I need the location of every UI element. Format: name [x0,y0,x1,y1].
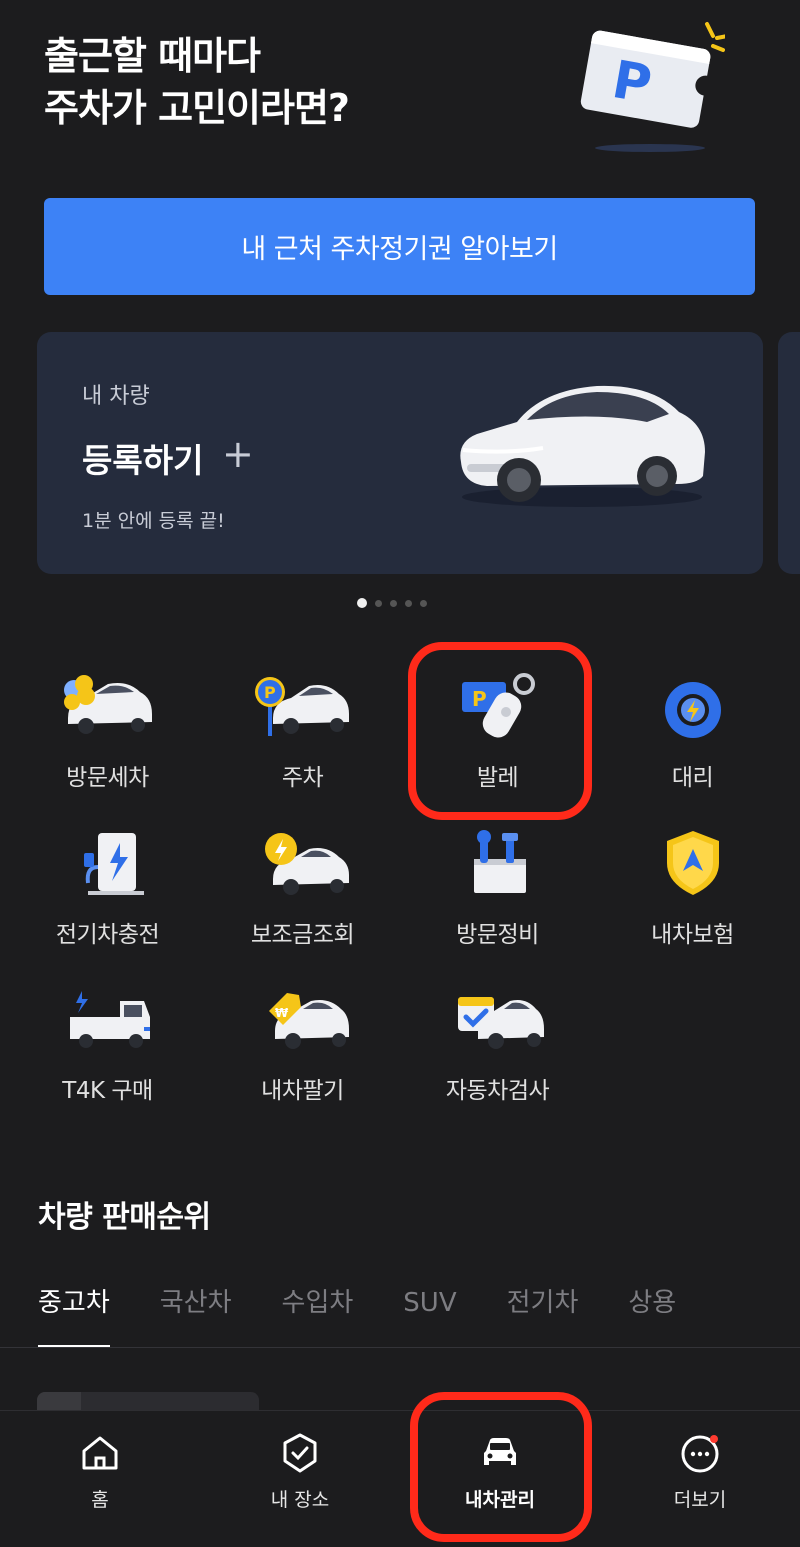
service-subsidy-lookup[interactable]: 보조금조회 [205,827,400,957]
nav-more[interactable]: 더보기 [600,1411,800,1547]
card-label: 내 차량 [82,384,150,409]
card-subtitle: 1분 안에 등록 끝! [82,510,225,532]
service-label: 내차보험 [651,922,734,948]
service-car-inspection[interactable]: 자동차검사 [400,983,595,1113]
vehicle-register-card[interactable]: 내 차량 등록하기 + 1분 안에 등록 끝! [37,332,763,574]
tabs-divider [0,1347,800,1348]
price-tag-car-icon: ₩ [268,993,349,1049]
service-car-insurance[interactable]: 내차보험 [595,827,790,957]
carousel-dot-active [357,598,367,608]
tab-commercial[interactable]: 상용 [628,1280,676,1348]
tab-electric[interactable]: 전기차 [507,1280,579,1348]
hero-title: 출근할 때마다 주차가 고민이라면? [44,30,350,134]
parking-ticket-icon: P [580,22,725,152]
carousel-dot [375,599,382,607]
cta-label: 내 근처 주차정기권 알아보기 [241,234,558,265]
next-card-peek[interactable] [778,332,800,574]
service-label: T4K 구매 [62,1078,153,1104]
tab-suv[interactable]: SUV [403,1280,456,1348]
highlight-box-car-management [410,1392,592,1542]
highlight-box-valet [408,642,592,820]
carousel-dot [405,599,412,607]
home-icon [82,1436,118,1470]
tab-imported[interactable]: 수입차 [282,1280,354,1348]
service-label: 대리 [671,765,714,791]
ranking-tabs: 중고차 국산차 수입차 SUV 전기차 상용 [38,1280,726,1348]
ev-charger-icon [83,833,144,895]
carousel-dot [420,599,427,607]
shield-icon [666,831,719,895]
car-illustration-icon [460,385,705,507]
carousel-indicator [357,598,427,608]
service-label: 보조금조회 [250,922,355,948]
service-sell-my-car[interactable]: ₩ 내차팔기 [205,983,400,1113]
carousel-dot [390,599,397,607]
truck-icon [69,991,150,1048]
svg-text:P: P [264,683,276,702]
svg-text:₩: ₩ [275,1006,289,1020]
tab-used-car[interactable]: 중고차 [38,1280,110,1348]
nav-home[interactable]: 홈 [0,1411,200,1547]
subsidy-coin-icon [264,833,349,895]
tab-domestic[interactable]: 국산차 [160,1280,232,1348]
notification-dot-icon [710,1435,718,1443]
nav-my-places[interactable]: 내 장소 [200,1411,400,1547]
nav-label: 더보기 [673,1489,727,1511]
service-parking[interactable]: P 주차 [205,670,400,800]
service-designated-driver[interactable]: 대리 [595,670,790,800]
service-label: 방문세차 [66,765,149,791]
nav-label: 홈 [91,1489,109,1511]
plus-icon: + [222,432,254,476]
hero-title-line2: 주차가 고민이라면? [44,86,350,130]
service-car-wash[interactable]: 방문세차 [10,670,205,800]
service-label: 전기차충전 [55,922,160,948]
car-wash-icon [63,675,152,734]
more-dots-icon [681,1435,719,1473]
hero-banner: 출근할 때마다 주차가 고민이라면? P [0,0,800,190]
toolbox-icon [473,830,526,893]
service-t4k-purchase[interactable]: T4K 구매 [10,983,205,1113]
service-ev-charging[interactable]: 전기차충전 [10,827,205,957]
parking-pass-cta-button[interactable]: 내 근처 주차정기권 알아보기 [44,198,755,295]
place-check-icon [283,1433,317,1473]
service-label: 주차 [281,765,324,791]
service-label: 내차팔기 [261,1078,344,1104]
card-title: 등록하기 [82,441,204,480]
nav-label: 내 장소 [270,1489,330,1511]
hero-title-line1: 출근할 때마다 [44,34,261,78]
steering-wheel-icon [664,682,721,738]
service-label: 자동차검사 [445,1078,550,1104]
service-visit-maintenance[interactable]: 방문정비 [400,827,595,957]
ranking-section-title: 차량 판매순위 [38,1200,211,1235]
service-label: 방문정비 [456,922,539,948]
calendar-check-car-icon [457,997,544,1049]
bottom-navigation: 홈 내 장소 내차관리 더보기 [0,1410,800,1547]
parking-car-icon: P [254,677,349,736]
